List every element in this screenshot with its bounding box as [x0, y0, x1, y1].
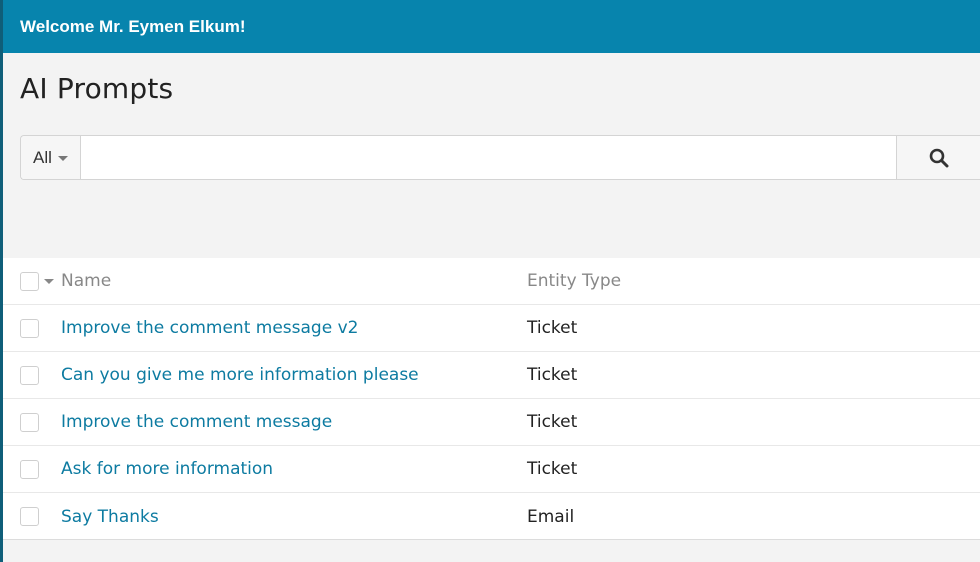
row-checkbox[interactable]	[20, 365, 39, 385]
select-options-caret-icon[interactable]	[44, 278, 54, 284]
table-row: Improve the comment message v2 Ticket	[3, 305, 980, 352]
row-checkbox[interactable]	[20, 507, 39, 526]
prompt-name-link[interactable]: Improve the comment message	[61, 412, 332, 432]
prompt-name-link[interactable]: Ask for more information	[61, 459, 273, 479]
prompt-name-link[interactable]: Can you give me more information please	[61, 365, 419, 385]
top-navbar: Welcome Mr. Eymen Elkum!	[3, 0, 980, 53]
list-header-row: Name Entity Type	[3, 258, 980, 305]
search-button[interactable]	[896, 136, 980, 179]
row-checkbox[interactable]	[20, 459, 39, 479]
select-all-checkbox[interactable]	[20, 271, 39, 291]
column-header-name[interactable]: Name	[61, 271, 111, 291]
prompt-name-link[interactable]: Improve the comment message v2	[61, 318, 358, 338]
row-checkbox[interactable]	[20, 318, 39, 338]
row-checkbox[interactable]	[20, 412, 39, 432]
table-row: Can you give me more information please …	[3, 352, 980, 399]
entity-type-value: Ticket	[527, 365, 578, 385]
search-bar: All	[20, 135, 980, 180]
entity-type-value: Email	[527, 506, 575, 527]
welcome-text: Welcome Mr. Eymen Elkum!	[20, 16, 246, 36]
filter-label: All	[33, 147, 52, 167]
search-input[interactable]	[81, 136, 896, 179]
prompts-list: Name Entity Type Improve the comment mes…	[3, 258, 980, 540]
page-title: AI Prompts	[20, 72, 174, 105]
caret-down-icon	[57, 156, 68, 161]
filter-dropdown-button[interactable]: All	[21, 136, 81, 179]
entity-type-value: Ticket	[527, 318, 578, 338]
entity-type-value: Ticket	[527, 459, 578, 479]
prompt-name-link[interactable]: Say Thanks	[61, 507, 159, 527]
table-row: Say Thanks Email	[3, 493, 980, 540]
table-row: Improve the comment message Ticket	[3, 399, 980, 446]
search-icon	[929, 148, 948, 167]
column-header-entity-type[interactable]: Entity Type	[527, 271, 621, 291]
table-row: Ask for more information Ticket	[3, 446, 980, 493]
entity-type-value: Ticket	[527, 412, 578, 432]
